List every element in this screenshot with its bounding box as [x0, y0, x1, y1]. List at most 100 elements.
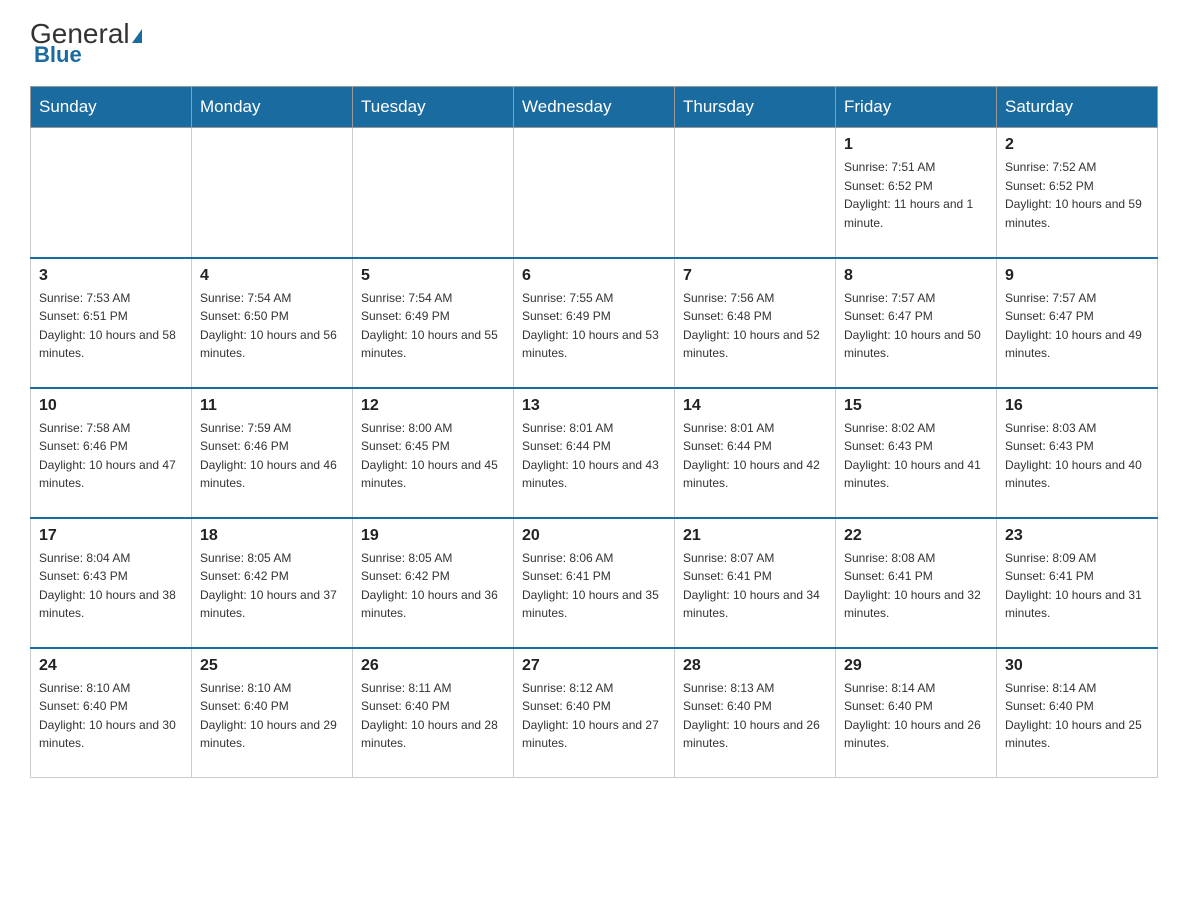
calendar-cell: 2Sunrise: 7:52 AMSunset: 6:52 PMDaylight…: [997, 128, 1158, 258]
day-number: 11: [200, 397, 344, 415]
day-info: Sunrise: 8:08 AMSunset: 6:41 PMDaylight:…: [844, 549, 988, 623]
calendar-cell: [675, 128, 836, 258]
weekday-header-saturday: Saturday: [997, 87, 1158, 128]
day-number: 8: [844, 267, 988, 285]
day-number: 18: [200, 527, 344, 545]
day-number: 17: [39, 527, 183, 545]
day-info: Sunrise: 7:59 AMSunset: 6:46 PMDaylight:…: [200, 419, 344, 493]
day-number: 23: [1005, 527, 1149, 545]
logo: General Blue: [30, 20, 142, 66]
day-info: Sunrise: 7:56 AMSunset: 6:48 PMDaylight:…: [683, 289, 827, 363]
page-header: General Blue: [30, 20, 1158, 66]
day-info: Sunrise: 8:02 AMSunset: 6:43 PMDaylight:…: [844, 419, 988, 493]
day-info: Sunrise: 8:05 AMSunset: 6:42 PMDaylight:…: [200, 549, 344, 623]
calendar-cell: 17 Sunrise: 8:04 AMSunset: 6:43 PMDayligh…: [31, 518, 192, 648]
calendar-cell: 20 Sunrise: 8:06 AMSunset: 6:41 PMDayligh…: [514, 518, 675, 648]
week-row-5: 24 Sunrise: 8:10 AMSunset: 6:40 PMDayligh…: [31, 648, 1158, 778]
day-number: 12: [361, 397, 505, 415]
day-number: 29: [844, 657, 988, 675]
day-info: Sunrise: 8:03 AMSunset: 6:43 PMDaylight:…: [1005, 419, 1149, 493]
weekday-header-sunday: Sunday: [31, 87, 192, 128]
calendar-cell: [31, 128, 192, 258]
calendar-cell: 4 Sunrise: 7:54 AMSunset: 6:50 PMDaylight…: [192, 258, 353, 388]
day-info: Sunrise: 7:57 AMSunset: 6:47 PMDaylight:…: [1005, 289, 1149, 363]
calendar-cell: 16Sunrise: 8:03 AMSunset: 6:43 PMDayligh…: [997, 388, 1158, 518]
day-info: Sunrise: 8:04 AMSunset: 6:43 PMDaylight:…: [39, 549, 183, 623]
logo-blue-text: Blue: [34, 44, 142, 66]
calendar-cell: [192, 128, 353, 258]
day-info: Sunrise: 7:54 AMSunset: 6:49 PMDaylight:…: [361, 289, 505, 363]
day-info: Sunrise: 8:00 AMSunset: 6:45 PMDaylight:…: [361, 419, 505, 493]
calendar-cell: [353, 128, 514, 258]
day-number: 1: [844, 136, 988, 154]
calendar-cell: 26 Sunrise: 8:11 AMSunset: 6:40 PMDayligh…: [353, 648, 514, 778]
calendar-cell: 23 Sunrise: 8:09 AMSunset: 6:41 PMDayligh…: [997, 518, 1158, 648]
day-number: 26: [361, 657, 505, 675]
day-info: Sunrise: 8:14 AMSunset: 6:40 PMDaylight:…: [1005, 679, 1149, 753]
day-number: 28: [683, 657, 827, 675]
calendar-cell: 10 Sunrise: 7:58 AMSunset: 6:46 PMDayligh…: [31, 388, 192, 518]
day-info: Sunrise: 8:01 AMSunset: 6:44 PMDaylight:…: [683, 419, 827, 493]
week-row-2: 3 Sunrise: 7:53 AMSunset: 6:51 PMDaylight…: [31, 258, 1158, 388]
day-number: 4: [200, 267, 344, 285]
calendar-cell: [514, 128, 675, 258]
calendar-cell: 22 Sunrise: 8:08 AMSunset: 6:41 PMDayligh…: [836, 518, 997, 648]
day-info: Sunrise: 7:53 AMSunset: 6:51 PMDaylight:…: [39, 289, 183, 363]
calendar-cell: 6 Sunrise: 7:55 AMSunset: 6:49 PMDaylight…: [514, 258, 675, 388]
weekday-header-monday: Monday: [192, 87, 353, 128]
calendar-cell: 12 Sunrise: 8:00 AMSunset: 6:45 PMDayligh…: [353, 388, 514, 518]
day-number: 13: [522, 397, 666, 415]
day-info: Sunrise: 8:13 AMSunset: 6:40 PMDaylight:…: [683, 679, 827, 753]
day-number: 2: [1005, 136, 1149, 154]
calendar-cell: 9 Sunrise: 7:57 AMSunset: 6:47 PMDaylight…: [997, 258, 1158, 388]
week-row-3: 10 Sunrise: 7:58 AMSunset: 6:46 PMDayligh…: [31, 388, 1158, 518]
calendar-cell: 14 Sunrise: 8:01 AMSunset: 6:44 PMDayligh…: [675, 388, 836, 518]
calendar-cell: 5 Sunrise: 7:54 AMSunset: 6:49 PMDaylight…: [353, 258, 514, 388]
calendar-cell: 21 Sunrise: 8:07 AMSunset: 6:41 PMDayligh…: [675, 518, 836, 648]
day-number: 20: [522, 527, 666, 545]
day-number: 10: [39, 397, 183, 415]
day-number: 3: [39, 267, 183, 285]
day-number: 14: [683, 397, 827, 415]
day-info: Sunrise: 8:11 AMSunset: 6:40 PMDaylight:…: [361, 679, 505, 753]
day-info: Sunrise: 8:07 AMSunset: 6:41 PMDaylight:…: [683, 549, 827, 623]
day-number: 9: [1005, 267, 1149, 285]
calendar-cell: 29 Sunrise: 8:14 AMSunset: 6:40 PMDayligh…: [836, 648, 997, 778]
day-number: 25: [200, 657, 344, 675]
day-number: 24: [39, 657, 183, 675]
day-info: Sunrise: 8:14 AMSunset: 6:40 PMDaylight:…: [844, 679, 988, 753]
week-row-4: 17 Sunrise: 8:04 AMSunset: 6:43 PMDayligh…: [31, 518, 1158, 648]
day-number: 22: [844, 527, 988, 545]
day-number: 5: [361, 267, 505, 285]
day-number: 27: [522, 657, 666, 675]
calendar-cell: 7 Sunrise: 7:56 AMSunset: 6:48 PMDaylight…: [675, 258, 836, 388]
calendar-cell: 11 Sunrise: 7:59 AMSunset: 6:46 PMDayligh…: [192, 388, 353, 518]
day-info: Sunrise: 7:51 AMSunset: 6:52 PMDaylight:…: [844, 158, 988, 232]
day-info: Sunrise: 8:09 AMSunset: 6:41 PMDaylight:…: [1005, 549, 1149, 623]
day-info: Sunrise: 7:54 AMSunset: 6:50 PMDaylight:…: [200, 289, 344, 363]
calendar-cell: 28 Sunrise: 8:13 AMSunset: 6:40 PMDayligh…: [675, 648, 836, 778]
day-info: Sunrise: 8:01 AMSunset: 6:44 PMDaylight:…: [522, 419, 666, 493]
calendar-cell: 3 Sunrise: 7:53 AMSunset: 6:51 PMDaylight…: [31, 258, 192, 388]
week-row-1: 1 Sunrise: 7:51 AMSunset: 6:52 PMDaylight…: [31, 128, 1158, 258]
day-number: 6: [522, 267, 666, 285]
calendar-cell: 8Sunrise: 7:57 AMSunset: 6:47 PMDaylight…: [836, 258, 997, 388]
day-info: Sunrise: 8:10 AMSunset: 6:40 PMDaylight:…: [39, 679, 183, 753]
calendar-cell: 15Sunrise: 8:02 AMSunset: 6:43 PMDayligh…: [836, 388, 997, 518]
day-info: Sunrise: 7:55 AMSunset: 6:49 PMDaylight:…: [522, 289, 666, 363]
calendar-cell: 19 Sunrise: 8:05 AMSunset: 6:42 PMDayligh…: [353, 518, 514, 648]
day-number: 30: [1005, 657, 1149, 675]
calendar-cell: 30 Sunrise: 8:14 AMSunset: 6:40 PMDayligh…: [997, 648, 1158, 778]
weekday-header-wednesday: Wednesday: [514, 87, 675, 128]
day-info: Sunrise: 8:05 AMSunset: 6:42 PMDaylight:…: [361, 549, 505, 623]
day-number: 19: [361, 527, 505, 545]
weekday-header-row: SundayMondayTuesdayWednesdayThursdayFrid…: [31, 87, 1158, 128]
calendar-cell: 25Sunrise: 8:10 AMSunset: 6:40 PMDayligh…: [192, 648, 353, 778]
day-info: Sunrise: 8:06 AMSunset: 6:41 PMDaylight:…: [522, 549, 666, 623]
calendar-cell: 24 Sunrise: 8:10 AMSunset: 6:40 PMDayligh…: [31, 648, 192, 778]
day-number: 7: [683, 267, 827, 285]
day-number: 21: [683, 527, 827, 545]
day-info: Sunrise: 7:58 AMSunset: 6:46 PMDaylight:…: [39, 419, 183, 493]
calendar-table: SundayMondayTuesdayWednesdayThursdayFrid…: [30, 86, 1158, 778]
day-info: Sunrise: 8:12 AMSunset: 6:40 PMDaylight:…: [522, 679, 666, 753]
